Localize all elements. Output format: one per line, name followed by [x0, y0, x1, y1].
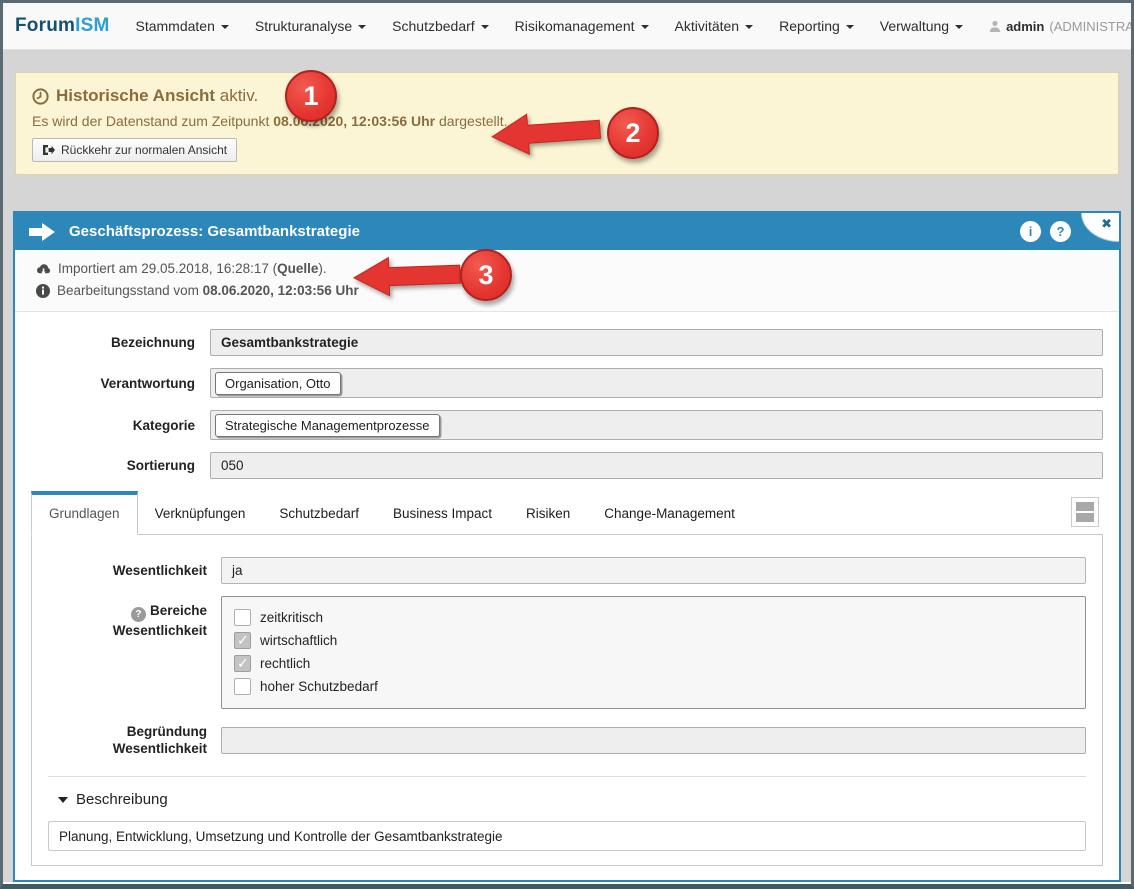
tabs-bar: Grundlagen Verknüpfungen Schutzbedarf Bu…: [31, 491, 1103, 534]
begruendung-label: Begründung Wesentlichkeit: [48, 723, 207, 757]
tab-schutzbedarf[interactable]: Schutzbedarf: [262, 492, 376, 534]
app-window: ForumISM Stammdaten Strukturanalyse Schu…: [0, 0, 1134, 889]
checkbox-rechtlich[interactable]: [234, 655, 251, 672]
layout-rows-button[interactable]: [1071, 497, 1099, 527]
bezeichnung-field[interactable]: Gesamtbankstrategie: [210, 329, 1103, 356]
close-icon: ✖: [1101, 216, 1112, 232]
caret-down-icon: [846, 25, 854, 29]
wesentlichkeit-label: Wesentlichkeit: [48, 562, 207, 579]
annotation-arrow-left-2: [488, 105, 603, 161]
nav-item-reporting[interactable]: Reporting: [779, 18, 854, 34]
verantwortung-field[interactable]: Organisation, Otto: [210, 368, 1103, 398]
nav-item-schutzbedarf[interactable]: Schutzbedarf: [392, 18, 489, 34]
annotation-marker-3: 3: [460, 249, 512, 301]
arrow-right-icon: [29, 223, 55, 241]
nav-item-verwaltung[interactable]: Verwaltung: [880, 18, 963, 34]
verantwortung-chip[interactable]: Organisation, Otto: [215, 372, 341, 395]
edit-state-line: Bearbeitungsstand vom 08.06.2020, 12:03:…: [36, 280, 1119, 302]
kategorie-chip[interactable]: Strategische Managementprozesse: [215, 414, 440, 437]
checkbox-row: wirtschaftlich: [234, 629, 1073, 652]
help-icon[interactable]: ?: [131, 607, 146, 622]
kategorie-field[interactable]: Strategische Managementprozesse: [210, 410, 1103, 440]
caret-down-icon: [221, 25, 229, 29]
checkbox-row: rechtlich: [234, 652, 1073, 675]
bereiche-checkbox-group: zeitkritisch wirtschaftlich rechtlich ho…: [221, 596, 1086, 709]
begruendung-field[interactable]: [221, 727, 1086, 754]
page-footer: ✖ Schließen: [3, 882, 1131, 889]
annotation-marker-1: 1: [285, 70, 337, 122]
rows-icon: [1076, 502, 1094, 522]
panel-header: Geschäftsprozess: Gesamtbankstrategie i …: [15, 213, 1119, 250]
user-icon: [989, 20, 1001, 32]
banner-title: Historische Ansicht aktiv.: [32, 86, 1102, 106]
panel-meta: Importiert am 29.05.2018, 16:28:17 (Quel…: [15, 250, 1119, 312]
checkbox-row: zeitkritisch: [234, 606, 1073, 629]
tab-content-grundlagen: Wesentlichkeit ja ?Bereiche Wesentlichke…: [31, 534, 1103, 866]
info-circle-icon[interactable]: i: [1020, 221, 1041, 242]
nav-item-aktivitaeten[interactable]: Aktivitäten: [675, 18, 754, 34]
beschreibung-text[interactable]: Planung, Entwicklung, Umsetzung und Kont…: [48, 821, 1086, 851]
checkbox-zeitkritisch[interactable]: [234, 609, 251, 626]
verantwortung-label: Verantwortung: [15, 376, 195, 391]
sortierung-field[interactable]: 050: [210, 452, 1103, 479]
caret-down-icon: [745, 25, 753, 29]
bereiche-wesentlichkeit-label: ?Bereiche Wesentlichkeit: [48, 596, 207, 709]
top-nav: ForumISM Stammdaten Strukturanalyse Schu…: [3, 3, 1131, 50]
business-process-panel: ✖ Geschäftsprozess: Gesamtbankstrategie …: [13, 211, 1121, 882]
annotation-arrow-left-3: [351, 251, 463, 301]
cloud-download-icon: [36, 263, 51, 275]
caret-down-icon: [955, 25, 963, 29]
process-form: Bezeichnung Gesamtbankstrategie Verantwo…: [15, 312, 1119, 479]
beschreibung-section-toggle[interactable]: Beschreibung: [48, 791, 1086, 808]
brand-logo[interactable]: ForumISM: [15, 15, 110, 37]
caret-down-icon: [358, 25, 366, 29]
caret-down-icon: [481, 25, 489, 29]
wesentlichkeit-field[interactable]: ja: [221, 557, 1086, 584]
nav-item-stammdaten[interactable]: Stammdaten: [136, 18, 229, 34]
bezeichnung-label: Bezeichnung: [15, 335, 195, 350]
sign-out-icon: [42, 144, 55, 156]
tab-grundlagen[interactable]: Grundlagen: [31, 491, 138, 535]
return-to-normal-view-button[interactable]: Rückkehr zur normalen Ansicht: [32, 138, 237, 162]
tab-risiken[interactable]: Risiken: [509, 492, 587, 534]
import-info-line: Importiert am 29.05.2018, 16:28:17 (Quel…: [36, 258, 1119, 280]
collapse-triangle-icon: [58, 797, 68, 803]
tab-change-management[interactable]: Change-Management: [587, 492, 752, 534]
divider: [48, 776, 1086, 777]
kategorie-label: Kategorie: [15, 418, 195, 433]
nav-item-risikomanagement[interactable]: Risikomanagement: [515, 18, 649, 34]
sortierung-label: Sortierung: [15, 458, 195, 473]
checkbox-wirtschaftlich[interactable]: [234, 632, 251, 649]
info-icon: [36, 284, 50, 298]
nav-item-strukturanalyse[interactable]: Strukturanalyse: [255, 18, 366, 34]
caret-down-icon: [641, 25, 649, 29]
help-circle-icon[interactable]: ?: [1050, 221, 1071, 242]
quelle-link[interactable]: Quelle: [277, 261, 318, 276]
checkbox-hoher-schutzbedarf[interactable]: [234, 678, 251, 695]
tab-business-impact[interactable]: Business Impact: [376, 492, 509, 534]
panel-title: Geschäftsprozess: Gesamtbankstrategie: [69, 223, 360, 240]
clock-icon: [32, 88, 49, 105]
checkbox-row: hoher Schutzbedarf: [234, 675, 1073, 698]
annotation-marker-2: 2: [607, 107, 659, 159]
user-menu[interactable]: admin (ADMINISTRATOR): [989, 19, 1134, 34]
tab-verknuepfungen[interactable]: Verknüpfungen: [138, 492, 263, 534]
